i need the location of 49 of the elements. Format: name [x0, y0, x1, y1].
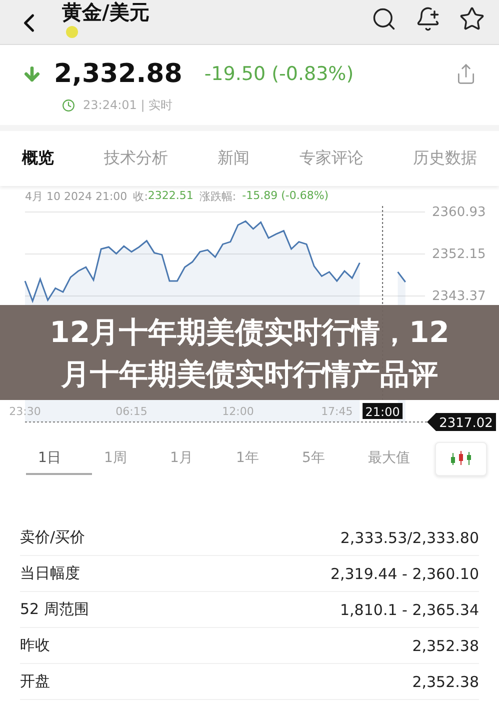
close-value: 2322.51: [148, 189, 194, 204]
stat-label: 当日幅度: [20, 564, 80, 583]
stat-value: 1,810.1 - 2,365.34: [340, 600, 479, 618]
stat-value: 2,333.53/2,333.80: [340, 528, 479, 546]
bell-plus-icon[interactable]: [415, 6, 441, 32]
x-tick-label: 21:00: [365, 405, 400, 419]
y-axis-label: 2360.93: [432, 204, 486, 220]
range-tab[interactable]: 1月: [158, 443, 224, 475]
range-tab[interactable]: 5年: [290, 443, 356, 475]
stat-label: 52 周范围: [20, 600, 89, 619]
y-axis-label: 2352.15: [432, 246, 486, 262]
coin-icon: [66, 26, 78, 38]
price-tag: 2317.02: [427, 413, 496, 431]
price: 2,332.88: [54, 59, 182, 89]
candlestick-icon: [450, 451, 472, 467]
change-value: -15.89 (-0.68%): [242, 189, 329, 204]
range-tab[interactable]: 1年: [224, 443, 290, 475]
clock-icon: [62, 99, 75, 112]
range-tab[interactable]: 1日: [26, 443, 92, 475]
tab[interactable]: 概览: [22, 148, 54, 169]
time-tag: 21:00: [362, 403, 403, 419]
stat-value: 2,319.44 - 2,360.10: [330, 564, 479, 582]
y-axis-label: 2343.37: [432, 288, 486, 304]
tab[interactable]: 历史数据: [413, 148, 477, 169]
tab[interactable]: 新闻: [218, 148, 250, 169]
star-icon[interactable]: [459, 6, 485, 32]
page-title: 黄金/美元: [62, 0, 150, 24]
x-axis-label: 23:30: [9, 405, 41, 418]
range-tab[interactable]: 最大值: [356, 443, 422, 475]
range-tab[interactable]: 1周: [92, 443, 158, 475]
stat-label: 卖价/买价: [20, 528, 86, 547]
search-icon[interactable]: [371, 6, 397, 32]
stat-value: 2,352.38: [412, 672, 479, 690]
x-axis-label: 06:15: [116, 405, 148, 418]
update-time: 23:24:01 | 实时: [83, 97, 173, 114]
candlestick-button[interactable]: [435, 442, 487, 476]
stat-value: 2,352.38: [412, 636, 479, 654]
stat-label: 开盘: [20, 672, 50, 691]
tab[interactable]: 专家评论: [299, 148, 364, 169]
x-axis-label: 17:45: [321, 405, 353, 418]
banner-title: 12月十年期美债实时行情，12月十年期美债实时行情产品评: [48, 314, 450, 392]
chart-date: 4月 10 2024 21:00: [25, 189, 128, 204]
tab[interactable]: 技术分析: [104, 148, 168, 169]
stat-label: 昨收: [20, 636, 50, 655]
share-icon[interactable]: [455, 63, 477, 85]
price-change: -19.50 (-0.83%): [204, 63, 354, 85]
x-axis-label: 12:00: [222, 405, 254, 418]
close-label: 收:: [133, 189, 148, 204]
change-label: 涨跌幅:: [199, 189, 236, 204]
